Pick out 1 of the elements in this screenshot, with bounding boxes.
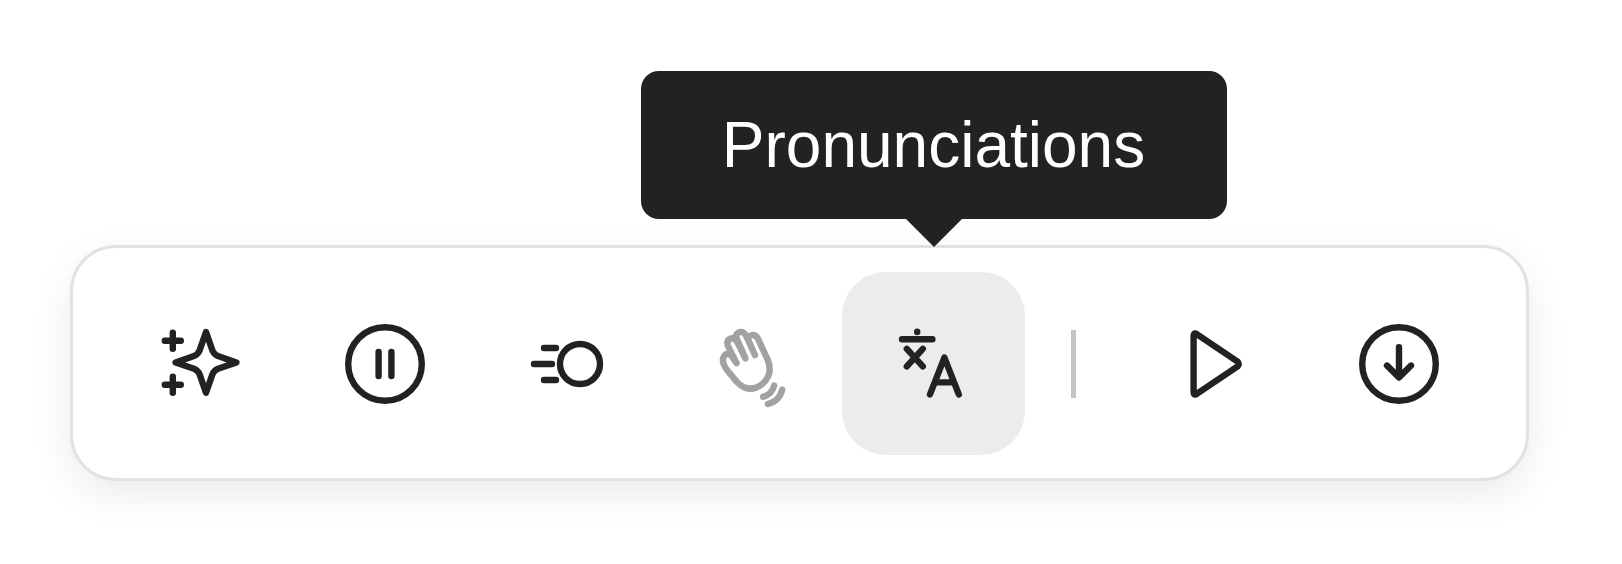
tooltip-text: Pronunciations bbox=[721, 108, 1146, 182]
